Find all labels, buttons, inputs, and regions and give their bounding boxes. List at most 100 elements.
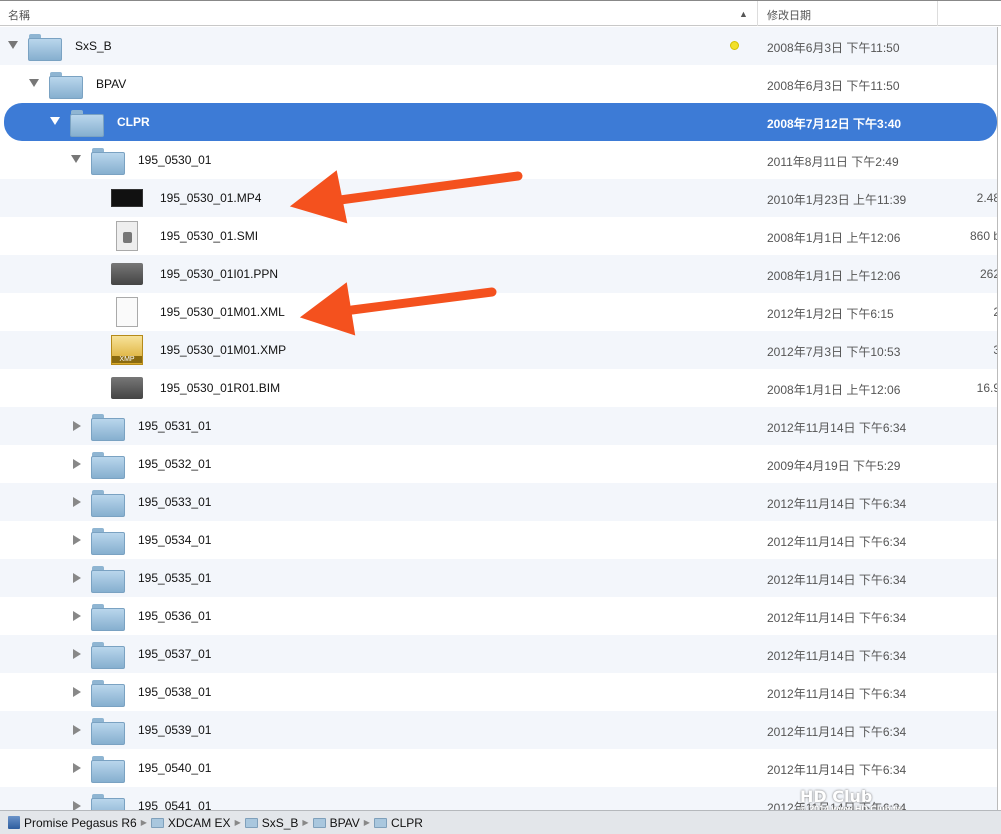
folder-row[interactable]: CLPR 2008年7月12日 下午3:40	[4, 103, 997, 141]
item-name: 195_0532_01	[138, 457, 212, 471]
modified-date: 2011年8月11日 下午2:49	[767, 155, 899, 169]
folder-icon	[49, 72, 83, 99]
path-bar: Promise Pegasus R6 ▶ XDCAM EX ▶ SxS_B ▶ BPAV ▶ C…	[0, 810, 1001, 834]
folder-row[interactable]: 195_0537_01 2012年11月14日 下午6:34	[0, 635, 997, 673]
modified-date: 2012年11月14日 下午6:34	[767, 535, 907, 549]
item-name: 195_0541_01	[138, 799, 212, 810]
modified-date: 2012年11月14日 下午6:34	[767, 573, 907, 587]
folder-icon	[91, 794, 125, 810]
smi-document-icon	[116, 221, 138, 251]
item-name: 195_0540_01	[138, 761, 212, 775]
disclosure-collapsed-icon[interactable]	[73, 421, 81, 431]
file-row[interactable]: 195_0530_01.SMI 2008年1月1日 上午12:06 860 b	[0, 217, 997, 255]
disclosure-collapsed-icon[interactable]	[73, 573, 81, 583]
scrollbar[interactable]	[997, 27, 998, 810]
disclosure-collapsed-icon[interactable]	[73, 801, 81, 810]
file-row[interactable]: 195_0530_01M01.XML 2012年1月2日 下午6:15 2	[0, 293, 997, 331]
modified-date: 2012年7月3日 下午10:53	[767, 345, 901, 359]
folder-row[interactable]: BPAV 2008年6月3日 下午11:50	[0, 65, 997, 103]
path-separator-icon: ▶	[234, 818, 241, 827]
item-name: SxS_B	[75, 39, 112, 53]
path-separator-icon: ▶	[140, 818, 147, 827]
modified-date: 2008年7月12日 下午3:40	[767, 117, 902, 131]
folder-icon	[91, 490, 125, 517]
disclosure-collapsed-icon[interactable]	[73, 535, 81, 545]
path-separator-icon: ▶	[302, 818, 309, 827]
modified-date: 2008年1月1日 上午12:06	[767, 231, 901, 245]
executable-file-icon	[111, 263, 143, 285]
file-size: 262	[979, 267, 997, 281]
disclosure-collapsed-icon[interactable]	[73, 611, 81, 621]
modified-date: 2008年1月1日 上午12:06	[767, 269, 901, 283]
folder-row[interactable]: 195_0532_01 2009年4月19日 下午5:29	[0, 445, 997, 483]
folder-row[interactable]: SxS_B 2008年6月3日 下午11:50	[0, 27, 997, 65]
date-column-header[interactable]: 修改日期	[767, 7, 811, 23]
item-name: 195_0538_01	[138, 685, 212, 699]
file-row[interactable]: 195_0530_01I01.PPN 2008年1月1日 上午12:06 262	[0, 255, 997, 293]
modified-date: 2012年1月2日 下午6:15	[767, 307, 894, 321]
disclosure-collapsed-icon[interactable]	[73, 497, 81, 507]
path-segment[interactable]: BPAV	[330, 816, 360, 830]
file-size: 2.48	[976, 191, 997, 205]
modified-date: 2012年11月14日 下午6:34	[767, 421, 907, 435]
folder-row[interactable]: 195_0534_01 2012年11月14日 下午6:34	[0, 521, 997, 559]
modified-date: 2012年11月14日 下午6:34	[767, 649, 907, 663]
file-size: 16.9	[976, 381, 997, 395]
folder-row[interactable]: 195_0533_01 2012年11月14日 下午6:34	[0, 483, 997, 521]
disclosure-collapsed-icon[interactable]	[73, 763, 81, 773]
file-name: 195_0530_01M01.XML	[160, 305, 285, 319]
sort-ascending-icon[interactable]: ▲	[739, 9, 748, 19]
item-name: 195_0536_01	[138, 609, 212, 623]
modified-date: 2010年1月23日 上午11:39	[767, 193, 907, 207]
file-name: 195_0530_01R01.BIM	[160, 381, 281, 395]
file-size: 860 b	[969, 229, 997, 243]
file-name: 195_0530_01I01.PPN	[160, 267, 279, 281]
disclosure-expanded-icon[interactable]	[29, 79, 39, 87]
folder-icon	[91, 148, 125, 175]
item-name: 195_0537_01	[138, 647, 212, 661]
file-name: 195_0530_01.SMI	[160, 229, 259, 243]
path-segment[interactable]: XDCAM EX	[168, 816, 231, 830]
folder-icon	[91, 566, 125, 593]
file-name: 195_0530_01.MP4	[160, 191, 262, 205]
path-segment[interactable]: Promise Pegasus R6	[24, 816, 137, 830]
folder-row[interactable]: 195_0530_01 2011年8月11日 下午2:49	[0, 141, 997, 179]
folder-icon	[91, 528, 125, 555]
path-segment[interactable]: CLPR	[391, 816, 423, 830]
file-row[interactable]: 195_0530_01.MP4 2010年1月23日 上午11:39 2.48	[0, 179, 997, 217]
folder-row[interactable]: 195_0531_01 2012年11月14日 下午6:34	[0, 407, 997, 445]
folder-row[interactable]: 195_0535_01 2012年11月14日 下午6:34	[0, 559, 997, 597]
executable-file-icon	[111, 377, 143, 399]
disclosure-expanded-icon[interactable]	[71, 155, 81, 163]
modified-date: 2012年11月14日 下午6:34	[767, 687, 907, 701]
disclosure-expanded-icon[interactable]	[8, 41, 18, 49]
file-row[interactable]: 195_0530_01R01.BIM 2008年1月1日 上午12:06 16.9	[0, 369, 997, 407]
file-row[interactable]: XMP 195_0530_01M01.XMP 2012年7月3日 下午10:53 3	[0, 331, 997, 369]
folder-row[interactable]: 195_0540_01 2012年11月14日 下午6:34	[0, 749, 997, 787]
disclosure-collapsed-icon[interactable]	[73, 459, 81, 469]
folder-icon	[91, 718, 125, 745]
modified-date: 2012年11月14日 下午6:34	[767, 611, 907, 625]
document-icon	[116, 297, 138, 327]
disclosure-collapsed-icon[interactable]	[73, 687, 81, 697]
folder-icon	[70, 110, 104, 137]
drive-icon	[8, 816, 20, 829]
folder-row[interactable]: 195_0539_01 2012年11月14日 下午6:34	[0, 711, 997, 749]
folder-icon	[312, 817, 326, 828]
disclosure-expanded-icon[interactable]	[50, 117, 60, 125]
folder-row[interactable]: 195_0538_01 2012年11月14日 下午6:34	[0, 673, 997, 711]
name-column-header[interactable]: 名稱	[8, 7, 30, 23]
disclosure-collapsed-icon[interactable]	[73, 649, 81, 659]
folder-row[interactable]: 195_0536_01 2012年11月14日 下午6:34	[0, 597, 997, 635]
disclosure-collapsed-icon[interactable]	[73, 725, 81, 735]
folder-icon	[91, 604, 125, 631]
modified-date: 2012年11月14日 下午6:34	[767, 763, 907, 777]
item-name: BPAV	[96, 77, 127, 91]
item-name: 195_0539_01	[138, 723, 212, 737]
folder-icon	[91, 756, 125, 783]
path-segment[interactable]: SxS_B	[262, 816, 299, 830]
modified-date: 2012年11月14日 下午6:34	[767, 497, 907, 511]
folder-icon	[91, 414, 125, 441]
modified-date: 2012年11月14日 下午6:34	[767, 725, 907, 739]
item-name: 195_0533_01	[138, 495, 212, 509]
